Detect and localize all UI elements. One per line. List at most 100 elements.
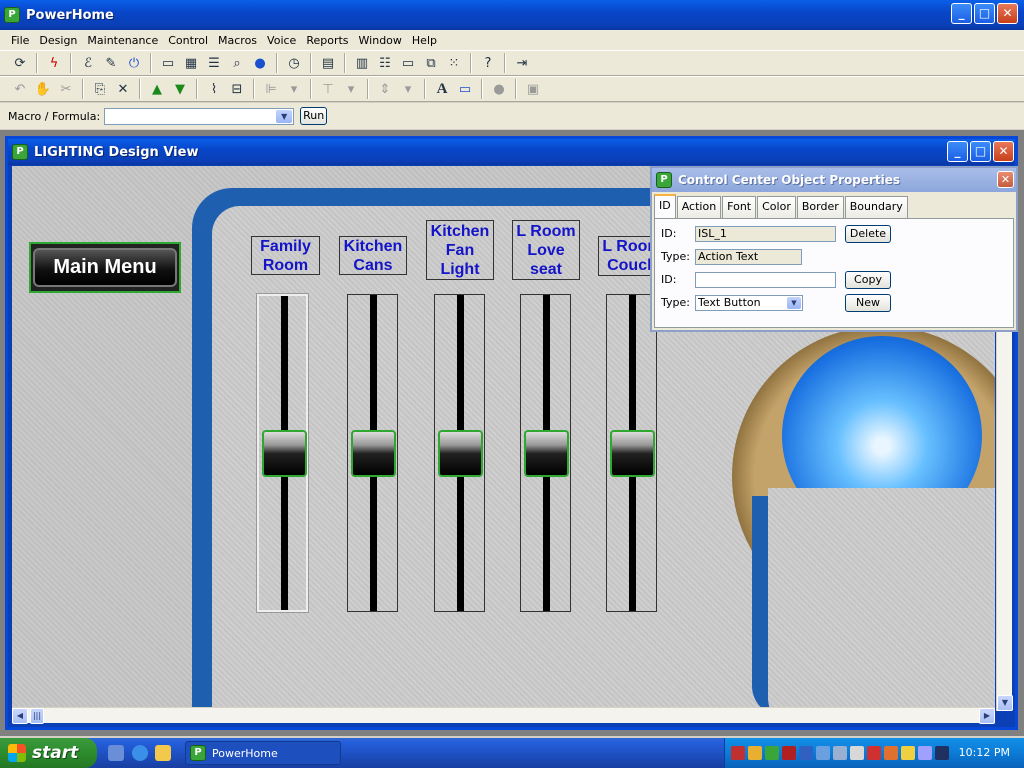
start-button[interactable]: start — [0, 738, 97, 768]
slider-l-room-couch[interactable] — [606, 294, 657, 612]
tray-pencil-icon[interactable] — [901, 746, 915, 760]
main-title-bar[interactable]: P PowerHome _ □ ✕ — [0, 0, 1024, 30]
close-button[interactable]: ✕ — [997, 3, 1018, 24]
tray-network-icon[interactable] — [816, 746, 830, 760]
new-page-icon[interactable]: ▭ — [158, 53, 178, 73]
globe-icon[interactable]: ● — [250, 53, 270, 73]
save-icon[interactable]: ▣ — [523, 79, 543, 99]
device-icon[interactable]: ▦ — [181, 53, 201, 73]
menu-macros[interactable]: Macros — [213, 34, 262, 47]
pencil-icon[interactable]: ✎ — [101, 53, 121, 73]
slider-thumb[interactable] — [524, 430, 569, 477]
slider-thumb[interactable] — [438, 430, 483, 477]
macro-formula-combobox[interactable]: ▼ — [104, 107, 295, 125]
tab-id[interactable]: ID — [654, 194, 676, 219]
power-icon[interactable]: ⏻ — [124, 53, 144, 73]
window-icon[interactable]: ▭ — [398, 53, 418, 73]
scroll-left-icon[interactable]: ◀ — [12, 708, 28, 724]
tab-boundary[interactable]: Boundary — [844, 196, 908, 218]
refresh-icon[interactable]: ⟳ — [10, 53, 30, 73]
tray-antenna-icon[interactable] — [748, 746, 762, 760]
cascade-icon[interactable]: ⧉ — [421, 53, 441, 73]
tray-powerhome-icon[interactable] — [765, 746, 779, 760]
slider-l-room-love-seat[interactable] — [520, 294, 571, 612]
chevron-down-icon[interactable]: ▼ — [276, 109, 293, 123]
folder-icon[interactable] — [155, 745, 171, 761]
delete-icon[interactable]: ✕ — [113, 79, 133, 99]
document-icon[interactable]: ▤ — [318, 53, 338, 73]
internet-explorer-icon[interactable] — [132, 745, 148, 761]
tray-security-icon[interactable] — [867, 746, 881, 760]
tray-tools-icon[interactable] — [884, 746, 898, 760]
slider-label-family-room[interactable]: Family Room — [251, 236, 320, 275]
slider-thumb[interactable] — [610, 430, 655, 477]
arrange-icons-icon[interactable]: ⁙ — [444, 53, 464, 73]
slider-thumb[interactable] — [262, 430, 307, 477]
horizontal-scrollbar[interactable]: ◀ ||| ▶ — [12, 707, 995, 724]
new-button[interactable]: New — [845, 294, 891, 312]
tray-shield-icon[interactable] — [799, 746, 813, 760]
child-close-button[interactable]: ✕ — [993, 141, 1014, 162]
child-title-bar[interactable]: P LIGHTING Design View _ □ ✕ — [8, 139, 1015, 165]
bring-to-front-icon[interactable]: ▲ — [147, 79, 167, 99]
slider-family-room[interactable] — [256, 293, 309, 613]
scroll-thumb[interactable]: ||| — [30, 708, 44, 724]
child-minimize-button[interactable]: _ — [947, 141, 968, 162]
menu-design[interactable]: Design — [34, 34, 82, 47]
scroll-down-icon[interactable]: ▼ — [997, 695, 1013, 711]
delete-button[interactable]: Delete — [845, 225, 891, 243]
tile-horizontal-icon[interactable]: ☷ — [375, 53, 395, 73]
tray-app-icon[interactable] — [782, 746, 796, 760]
list-icon[interactable]: ☰ — [204, 53, 224, 73]
tab-color[interactable]: Color — [757, 196, 796, 218]
lightning-icon[interactable]: ϟ — [44, 53, 64, 73]
exit-icon[interactable]: ⇥ — [512, 53, 532, 73]
help-icon[interactable]: ? — [478, 53, 498, 73]
border-icon[interactable]: ▭ — [455, 79, 475, 99]
tray-battery-icon[interactable] — [731, 746, 745, 760]
desktop-icon[interactable] — [108, 745, 124, 761]
new-id-input[interactable] — [695, 272, 836, 288]
spacing-icon[interactable]: ⇕ — [375, 79, 395, 99]
tray-speaker-icon[interactable] — [833, 746, 847, 760]
circle-icon[interactable]: ● — [489, 79, 509, 99]
child-maximize-button[interactable]: □ — [970, 141, 991, 162]
dropdown-icon[interactable]: ▾ — [284, 79, 304, 99]
id-field[interactable]: ISL_1 — [695, 226, 836, 242]
dropdown-icon[interactable]: ▾ — [341, 79, 361, 99]
align-left-icon[interactable]: ⊫ — [261, 79, 281, 99]
clock-icon[interactable]: ◷ — [284, 53, 304, 73]
slider-label-kitchen-fan-light[interactable]: Kitchen Fan Light — [426, 220, 494, 280]
slider-thumb[interactable] — [351, 430, 396, 477]
tray-media-icon[interactable] — [935, 746, 949, 760]
minimize-button[interactable]: _ — [951, 3, 972, 24]
slider-kitchen-fan-light[interactable] — [434, 294, 485, 612]
menu-window[interactable]: Window — [354, 34, 407, 47]
menu-file[interactable]: File — [6, 34, 34, 47]
align-icon[interactable]: ⊟ — [227, 79, 247, 99]
tab-action[interactable]: Action — [676, 196, 722, 218]
slider-kitchen-cans[interactable] — [347, 294, 398, 612]
tab-border[interactable]: Border — [796, 196, 844, 218]
undo-icon[interactable]: ↶ — [10, 79, 30, 99]
run-button[interactable]: Run — [300, 107, 328, 125]
taskbar-powerhome-button[interactable]: P PowerHome — [185, 741, 341, 765]
chevron-down-icon[interactable]: ▼ — [787, 297, 801, 309]
maximize-button[interactable]: □ — [974, 3, 995, 24]
tab-font[interactable]: Font — [722, 196, 757, 218]
main-menu-button[interactable]: Main Menu — [29, 242, 181, 293]
properties-title-bar[interactable]: P Control Center Object Properties ✕ — [652, 168, 1016, 192]
menu-voice[interactable]: Voice — [262, 34, 301, 47]
dropdown-icon[interactable]: ▾ — [398, 79, 418, 99]
align-top-icon[interactable]: ⊤ — [318, 79, 338, 99]
menu-control[interactable]: Control — [163, 34, 213, 47]
properties-close-button[interactable]: ✕ — [997, 171, 1014, 188]
font-icon[interactable]: A — [432, 79, 452, 99]
menu-help[interactable]: Help — [407, 34, 442, 47]
menu-maintenance[interactable]: Maintenance — [82, 34, 163, 47]
cut-icon[interactable]: ✂ — [56, 79, 76, 99]
menu-reports[interactable]: Reports — [301, 34, 353, 47]
scroll-right-icon[interactable]: ▶ — [979, 708, 995, 724]
formula-icon[interactable]: ℰ — [78, 53, 98, 73]
copy-button[interactable]: Copy — [845, 271, 891, 289]
